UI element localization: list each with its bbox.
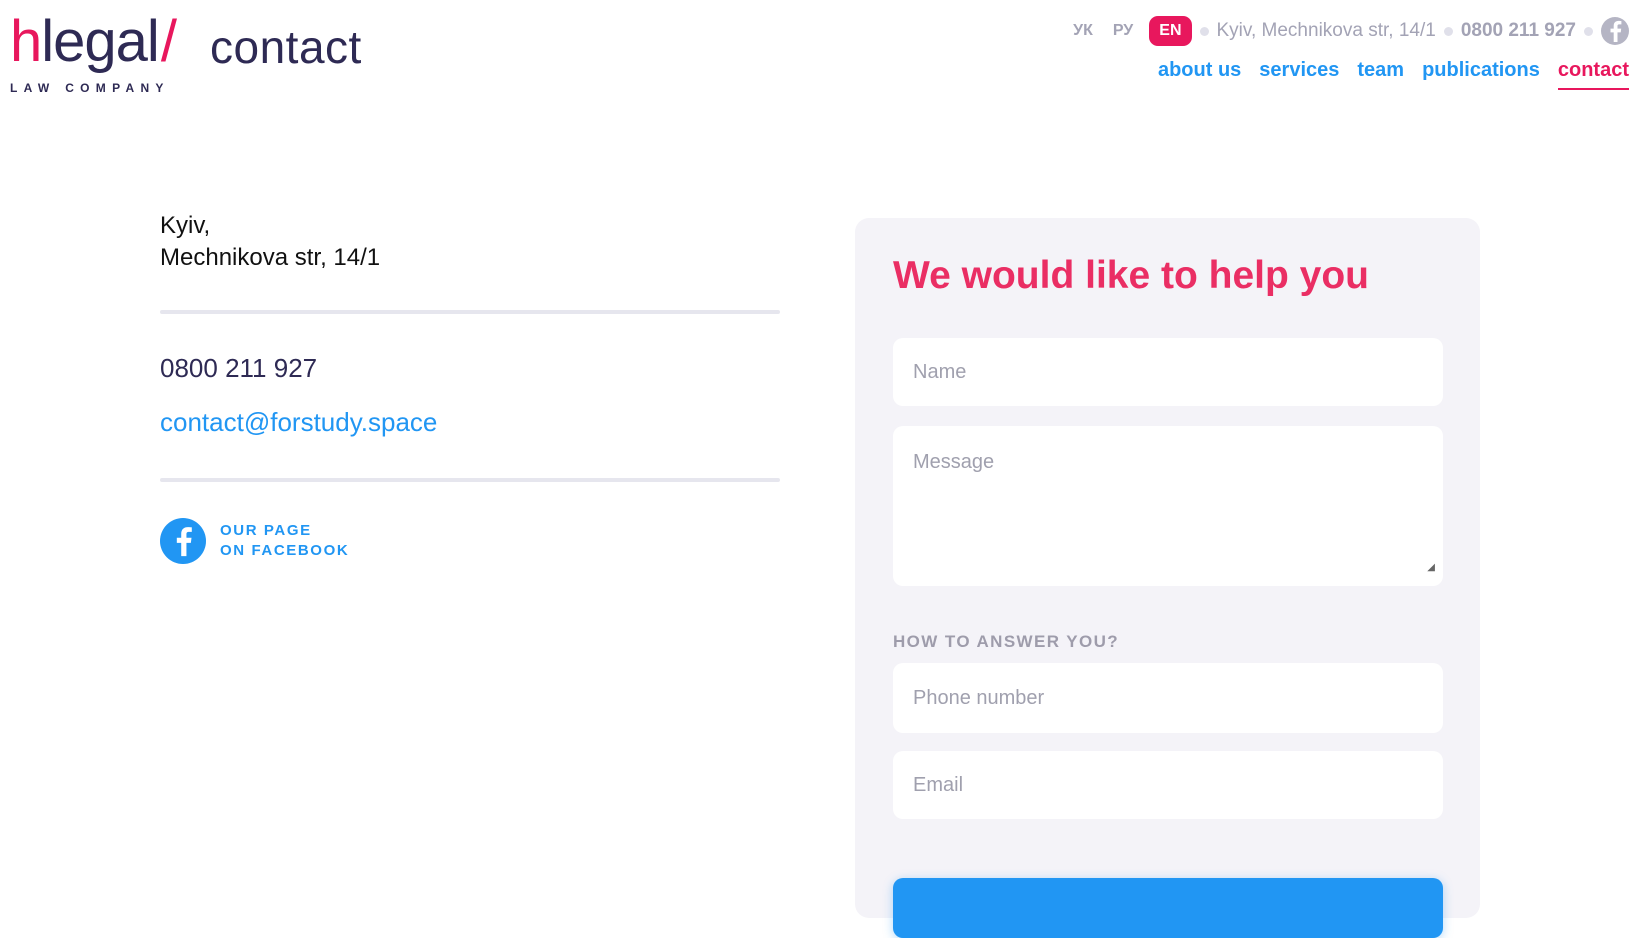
top-address: Kyiv, Mechnikova str, 14/1 — [1216, 20, 1436, 41]
facebook-link-label: OUR PAGE ON FACEBOOK — [220, 521, 349, 561]
address-street: Mechnikova str, 14/1 — [160, 244, 381, 271]
logo-section-name: contact — [210, 21, 362, 73]
logo-wordmark: hlegal/ — [10, 6, 177, 78]
nav-about-us[interactable]: about us — [1158, 56, 1241, 90]
facebook-icon — [160, 518, 206, 564]
divider — [160, 310, 780, 314]
address-city: Kyiv, — [160, 212, 211, 239]
contact-phone[interactable]: 0800 211 927 — [160, 352, 780, 384]
separator-dot — [1443, 26, 1453, 36]
divider — [160, 478, 780, 482]
logo-legal: legal — [41, 9, 160, 74]
office-address: Kyiv, Mechnikova str, 14/1 — [160, 210, 780, 274]
top-phone[interactable]: 0800 211 927 — [1461, 20, 1576, 42]
lang-en[interactable]: EN — [1149, 16, 1192, 46]
email-input[interactable]: Email — [893, 751, 1443, 819]
nav-services[interactable]: services — [1259, 56, 1339, 90]
facebook-label-line1: OUR PAGE — [220, 522, 312, 539]
contact-form-card: We would like to help you Name Message ◢… — [855, 218, 1480, 938]
lang-ru[interactable]: РУ — [1103, 16, 1143, 46]
nav-team[interactable]: team — [1357, 56, 1404, 90]
name-input[interactable]: Name — [893, 338, 1443, 406]
nav-publications[interactable]: publications — [1422, 56, 1540, 90]
contact-email-link[interactable]: contact@forstudy.space — [160, 406, 780, 438]
logo-slash: / — [160, 9, 177, 74]
top-info-bar: УК РУ EN Kyiv, Mechnikova str, 14/1 0800… — [1063, 14, 1629, 48]
main-nav: about us services team publications cont… — [1158, 56, 1629, 90]
contact-info: Kyiv, Mechnikova str, 14/1 0800 211 927 … — [160, 210, 780, 564]
message-textarea[interactable]: Message ◢ — [893, 426, 1443, 586]
answer-method-label: HOW TO ANSWER YOU? — [893, 632, 1120, 651]
nav-contact[interactable]: contact — [1557, 56, 1629, 90]
site-logo[interactable]: hlegal/ contact LAW COMPANY — [10, 6, 390, 96]
logo-subtitle: LAW COMPANY — [10, 81, 170, 95]
lang-uk[interactable]: УК — [1063, 16, 1103, 46]
separator-dot — [1199, 26, 1209, 36]
resize-handle-icon[interactable]: ◢ — [1427, 556, 1435, 580]
submit-button[interactable] — [893, 878, 1443, 938]
facebook-label-line2: ON FACEBOOK — [220, 542, 350, 559]
phone-input[interactable]: Phone number — [893, 663, 1443, 733]
facebook-page-link[interactable]: OUR PAGE ON FACEBOOK — [160, 518, 780, 564]
separator-dot — [1584, 26, 1593, 36]
facebook-icon[interactable] — [1601, 17, 1629, 45]
form-title: We would like to help you — [893, 254, 1369, 297]
message-placeholder: Message — [913, 451, 995, 473]
logo-h: h — [10, 9, 42, 74]
